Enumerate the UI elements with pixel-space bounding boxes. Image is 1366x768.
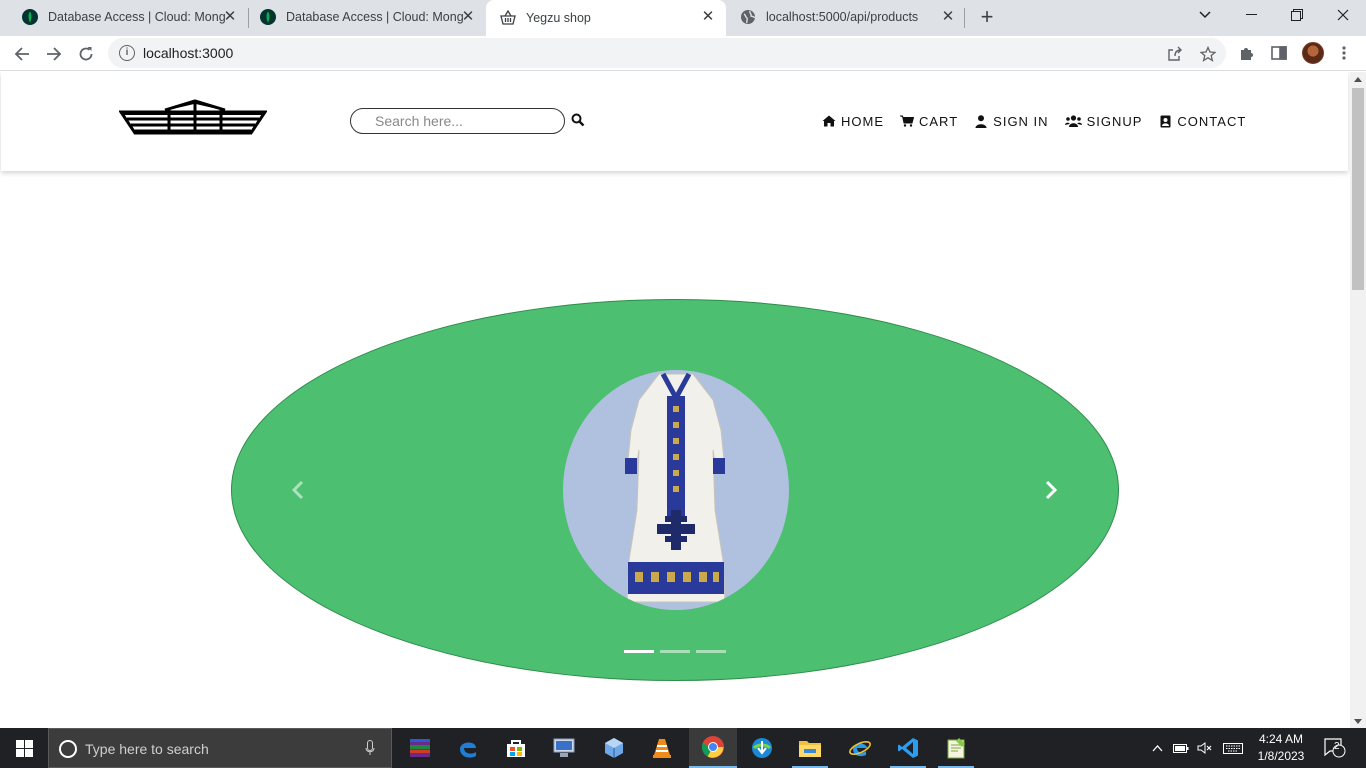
close-tab-icon[interactable]: ✕ bbox=[222, 9, 238, 25]
keyboard-layout-icon[interactable] bbox=[1220, 728, 1246, 768]
browser-tab-2[interactable]: Database Access | Cloud: MongoDB Cloud ✕ bbox=[246, 0, 486, 34]
scroll-up-arrow[interactable] bbox=[1354, 77, 1362, 82]
mongodb-leaf-icon bbox=[22, 9, 38, 25]
microphone-icon[interactable] bbox=[365, 740, 375, 756]
forward-button[interactable] bbox=[40, 40, 68, 68]
home-icon bbox=[822, 114, 836, 128]
site-search-box bbox=[350, 108, 565, 134]
nav-signup[interactable]: SIGNUP bbox=[1064, 113, 1143, 129]
browser-tab-3-active[interactable]: Yegzu shop ✕ bbox=[486, 0, 726, 36]
browser-tab-1[interactable]: Database Access | Cloud: MongoDB Cloud ✕ bbox=[8, 0, 248, 34]
taskbar-search-box[interactable]: Type here to search bbox=[48, 728, 392, 768]
minimize-window-button[interactable] bbox=[1228, 0, 1274, 30]
nav-home[interactable]: HOME bbox=[822, 114, 884, 129]
side-panel-icon[interactable] bbox=[1268, 42, 1290, 64]
new-tab-button[interactable]: + bbox=[975, 5, 999, 29]
remote-desktop-app-icon[interactable] bbox=[540, 728, 588, 768]
back-button[interactable] bbox=[8, 40, 36, 68]
hero-carousel bbox=[231, 299, 1119, 681]
internet-download-manager-icon[interactable] bbox=[738, 728, 786, 768]
url-text: localhost:3000 bbox=[143, 45, 234, 61]
restore-window-button[interactable] bbox=[1274, 0, 1320, 30]
volume-muted-icon[interactable] bbox=[1194, 728, 1216, 768]
site-logo[interactable] bbox=[118, 99, 268, 137]
nav-cart-label: CART bbox=[919, 113, 959, 129]
tab-title: localhost:5000/api/products bbox=[766, 10, 919, 24]
carousel-next-button[interactable] bbox=[1041, 478, 1061, 502]
notification-center-icon[interactable]: 2 bbox=[1320, 728, 1350, 768]
file-explorer-app-icon[interactable] bbox=[786, 728, 834, 768]
globe-icon bbox=[740, 9, 756, 25]
nav-sign-in[interactable]: SIGN IN bbox=[974, 114, 1048, 129]
bookmark-star-icon[interactable] bbox=[1199, 45, 1217, 63]
browser-tab-strip: Database Access | Cloud: MongoDB Cloud ✕… bbox=[0, 0, 1366, 36]
windows-taskbar: Type here to search 4:24 AM 1/8/2023 2 bbox=[0, 728, 1366, 768]
close-tab-icon[interactable]: ✕ bbox=[460, 9, 476, 25]
main-nav: HOME CART SIGN IN SIGNUP CONTACT bbox=[822, 113, 1262, 129]
cart-icon bbox=[900, 114, 914, 128]
tab-divider bbox=[964, 8, 965, 28]
virtualbox-app-icon[interactable] bbox=[590, 728, 638, 768]
profile-avatar[interactable] bbox=[1302, 42, 1324, 64]
carousel-indicators bbox=[624, 650, 732, 653]
clock-date: 1/8/2023 bbox=[1257, 749, 1305, 763]
user-icon bbox=[974, 114, 988, 128]
scrollbar-thumb[interactable] bbox=[1352, 88, 1364, 290]
carousel-indicator-1[interactable] bbox=[624, 650, 654, 653]
address-bar[interactable]: i localhost:3000 bbox=[108, 38, 1226, 68]
contact-card-icon bbox=[1158, 114, 1172, 128]
chrome-menu-icon[interactable] bbox=[1333, 42, 1355, 64]
carousel-product-image bbox=[563, 370, 789, 610]
site-search-input[interactable] bbox=[375, 113, 555, 129]
tab-title: Database Access | Cloud: MongoDB Cloud bbox=[286, 10, 464, 24]
site-header: HOME CART SIGN IN SIGNUP bbox=[1, 72, 1348, 171]
users-icon bbox=[1064, 114, 1082, 128]
carousel-indicator-2[interactable] bbox=[660, 650, 690, 653]
close-tab-icon[interactable]: ✕ bbox=[700, 9, 716, 25]
browser-toolbar: i localhost:3000 bbox=[0, 36, 1366, 71]
close-tab-icon[interactable]: ✕ bbox=[940, 9, 956, 25]
search-icon[interactable] bbox=[571, 113, 585, 127]
page-scrollbar[interactable] bbox=[1350, 72, 1366, 728]
scroll-down-arrow[interactable] bbox=[1354, 719, 1362, 724]
vscode-app-icon[interactable] bbox=[884, 728, 932, 768]
windows-start-button[interactable] bbox=[0, 728, 48, 768]
close-window-button[interactable] bbox=[1320, 0, 1366, 30]
nav-contact-label: CONTACT bbox=[1177, 113, 1247, 129]
taskbar-search-placeholder: Type here to search bbox=[85, 741, 209, 757]
edge-legacy-app-icon[interactable] bbox=[444, 728, 492, 768]
mongodb-leaf-icon bbox=[260, 9, 276, 25]
shopping-basket-icon bbox=[500, 10, 516, 26]
reload-button[interactable] bbox=[72, 40, 100, 68]
internet-explorer-app-icon[interactable] bbox=[836, 728, 884, 768]
microsoft-store-app-icon[interactable] bbox=[492, 728, 540, 768]
nav-contact[interactable]: CONTACT bbox=[1158, 114, 1246, 129]
site-info-icon[interactable]: i bbox=[119, 45, 135, 61]
nav-cart[interactable]: CART bbox=[900, 114, 958, 129]
page-viewport: HOME CART SIGN IN SIGNUP bbox=[0, 72, 1350, 728]
battery-icon[interactable] bbox=[1170, 728, 1192, 768]
taskbar-clock[interactable]: 4:24 AM 1/8/2023 bbox=[1246, 731, 1316, 765]
show-hidden-icons-chevron[interactable] bbox=[1148, 728, 1166, 768]
nav-home-label: HOME bbox=[841, 113, 884, 129]
vlc-player-app-icon[interactable] bbox=[638, 728, 686, 768]
tab-search-chevron-icon[interactable] bbox=[1182, 0, 1228, 30]
nav-signup-label: SIGNUP bbox=[1086, 113, 1143, 129]
clock-time: 4:24 AM bbox=[1258, 732, 1304, 746]
nav-sign-in-label: SIGN IN bbox=[993, 113, 1049, 129]
chrome-app-icon[interactable] bbox=[689, 728, 737, 768]
browser-tab-4[interactable]: localhost:5000/api/products ✕ bbox=[726, 0, 966, 34]
notification-count-badge: 2 bbox=[1334, 741, 1340, 752]
tab-title: Yegzu shop bbox=[526, 11, 591, 25]
carousel-prev-button[interactable] bbox=[288, 478, 308, 502]
cortana-icon bbox=[59, 740, 77, 758]
extensions-puzzle-icon[interactable] bbox=[1236, 42, 1258, 64]
notepad-plus-plus-app-icon[interactable] bbox=[932, 728, 980, 768]
winrar-app-icon[interactable] bbox=[396, 728, 444, 768]
carousel-indicator-3[interactable] bbox=[696, 650, 726, 653]
share-icon[interactable] bbox=[1166, 45, 1184, 63]
tab-title: Database Access | Cloud: MongoDB Cloud bbox=[48, 10, 226, 24]
